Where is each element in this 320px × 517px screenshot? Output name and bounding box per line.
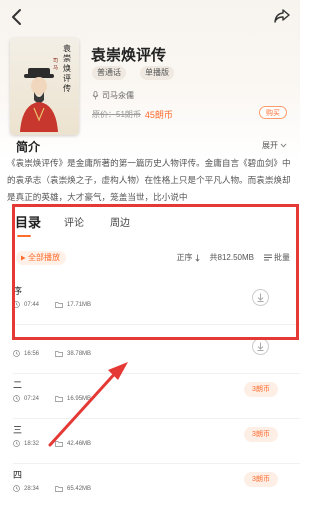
episode-duration: 16:56 [13, 350, 39, 357]
tab-catalog[interactable]: 目录 [15, 212, 41, 237]
size-text: 42.46MB [67, 440, 92, 447]
row-divider [13, 418, 300, 419]
episode-duration: 18:32 [13, 440, 39, 447]
clock-icon [13, 350, 20, 357]
episode-row[interactable]: 一 16:56 38.78MB [0, 333, 300, 373]
row-divider [13, 463, 300, 464]
row-divider [13, 324, 300, 325]
episode-title: 四 [13, 470, 23, 480]
expand-label: 展开 [262, 141, 278, 150]
episode-title: 三 [13, 425, 23, 435]
episode-title: 序 [13, 286, 23, 296]
duration-text: 07:24 [24, 395, 40, 402]
episode-size: 42.46MB [55, 441, 91, 447]
tab-comments[interactable]: 评论 [64, 214, 84, 229]
sort-down-icon [195, 254, 200, 262]
tab-bar: 目录 评论 周边 [0, 212, 300, 240]
episode-price-button[interactable]: 3朗币 [244, 427, 278, 442]
play-all-label: 全部播放 [28, 253, 60, 262]
expand-button[interactable]: 展开 [262, 140, 287, 151]
episode-meta: 07:24 16.95MB [13, 395, 107, 402]
size-text: 17.71MB [67, 301, 92, 308]
episode-meta: 07:44 17.71MB [13, 301, 107, 308]
episode-size: 38.78MB [55, 351, 91, 357]
back-icon[interactable] [9, 7, 25, 27]
intro-title: 简介 [16, 140, 41, 154]
original-price: 原价：51朗币 [92, 110, 141, 119]
portrait-figure [20, 68, 58, 132]
book-title: 袁崇焕评传 [91, 47, 167, 64]
clock-icon [13, 440, 20, 447]
catalog-toolbar: 正序 共812.50MB 批量 [177, 252, 290, 263]
size-text: 65.42MB [67, 485, 92, 492]
episode-row[interactable]: 三 18:32 42.46MB 3朗币 [0, 423, 300, 463]
episode-duration: 07:24 [13, 395, 39, 402]
episode-title: 一 [13, 335, 23, 345]
row-divider [13, 373, 300, 374]
episode-price-button[interactable]: 3朗币 [244, 382, 278, 397]
episode-size: 65.42MB [55, 486, 91, 492]
size-text: 16.95MB [67, 395, 92, 402]
folder-icon [55, 301, 63, 308]
episode-duration: 28:34 [13, 485, 39, 492]
folder-icon [55, 395, 63, 402]
episode-row[interactable]: 二 07:24 16.95MB 3朗币 [0, 378, 300, 418]
duration-text: 28:34 [24, 485, 40, 492]
narrator-row[interactable]: 司马氽儒 [92, 90, 134, 101]
episode-title: 二 [13, 380, 23, 390]
tag-edition: 单播版 [140, 66, 174, 80]
intro-text: 《袁崇焕评传》是金庸所著的第一篇历史人物评传。金庸自言《碧血剑》中的袁承志（袁崇… [7, 158, 291, 202]
play-all-button[interactable]: 全部播放 [16, 251, 66, 265]
batch-label: 批量 [274, 253, 290, 262]
current-price: 45朗币 [144, 110, 173, 120]
tab-nearby[interactable]: 周边 [110, 214, 130, 229]
download-button[interactable] [252, 338, 269, 355]
download-icon [257, 293, 264, 302]
download-icon [257, 342, 264, 351]
microphone-icon [92, 91, 99, 100]
sort-button[interactable]: 正序 [177, 252, 200, 263]
episode-meta: 28:34 65.42MB [13, 485, 107, 492]
top-bar [0, 0, 300, 34]
episode-size: 16.95MB [55, 396, 91, 402]
episode-price-button[interactable]: 3朗币 [244, 472, 278, 487]
buy-button[interactable]: 购买 [259, 106, 287, 119]
clock-icon [13, 301, 20, 308]
batch-button[interactable]: 批量 [264, 252, 290, 263]
total-size: 共812.50MB [209, 253, 254, 262]
folder-icon [55, 440, 63, 447]
episode-row[interactable]: 四 28:34 65.42MB 3朗币 [0, 468, 300, 508]
episode-size: 17.71MB [55, 302, 91, 308]
download-button[interactable] [252, 289, 269, 306]
cover-title: 袁崇焕评传 [63, 44, 71, 93]
share-icon[interactable] [273, 7, 291, 25]
list-icon [264, 254, 272, 261]
clock-icon [13, 395, 20, 402]
episode-duration: 07:44 [13, 301, 39, 308]
episode-meta: 18:32 42.46MB [13, 440, 107, 447]
duration-text: 16:56 [24, 350, 40, 357]
narrator-name: 司马氽儒 [102, 91, 134, 100]
size-text: 38.78MB [67, 350, 92, 357]
duration-text: 18:32 [24, 440, 40, 447]
play-icon [21, 255, 26, 261]
episode-meta: 16:56 38.78MB [13, 350, 107, 357]
sort-label: 正序 [176, 253, 193, 262]
tag-language: 普通话 [92, 66, 126, 80]
book-cover[interactable]: 袁崇焕评传 司马 [10, 38, 79, 135]
episode-row[interactable]: 序 07:44 17.71MB [0, 284, 300, 324]
folder-icon [55, 350, 63, 357]
folder-icon [55, 485, 63, 492]
duration-text: 07:44 [24, 301, 40, 308]
chevron-down-icon [280, 143, 287, 148]
price-row: 原价：51朗币 45朗币 [92, 108, 173, 121]
clock-icon [13, 485, 20, 492]
